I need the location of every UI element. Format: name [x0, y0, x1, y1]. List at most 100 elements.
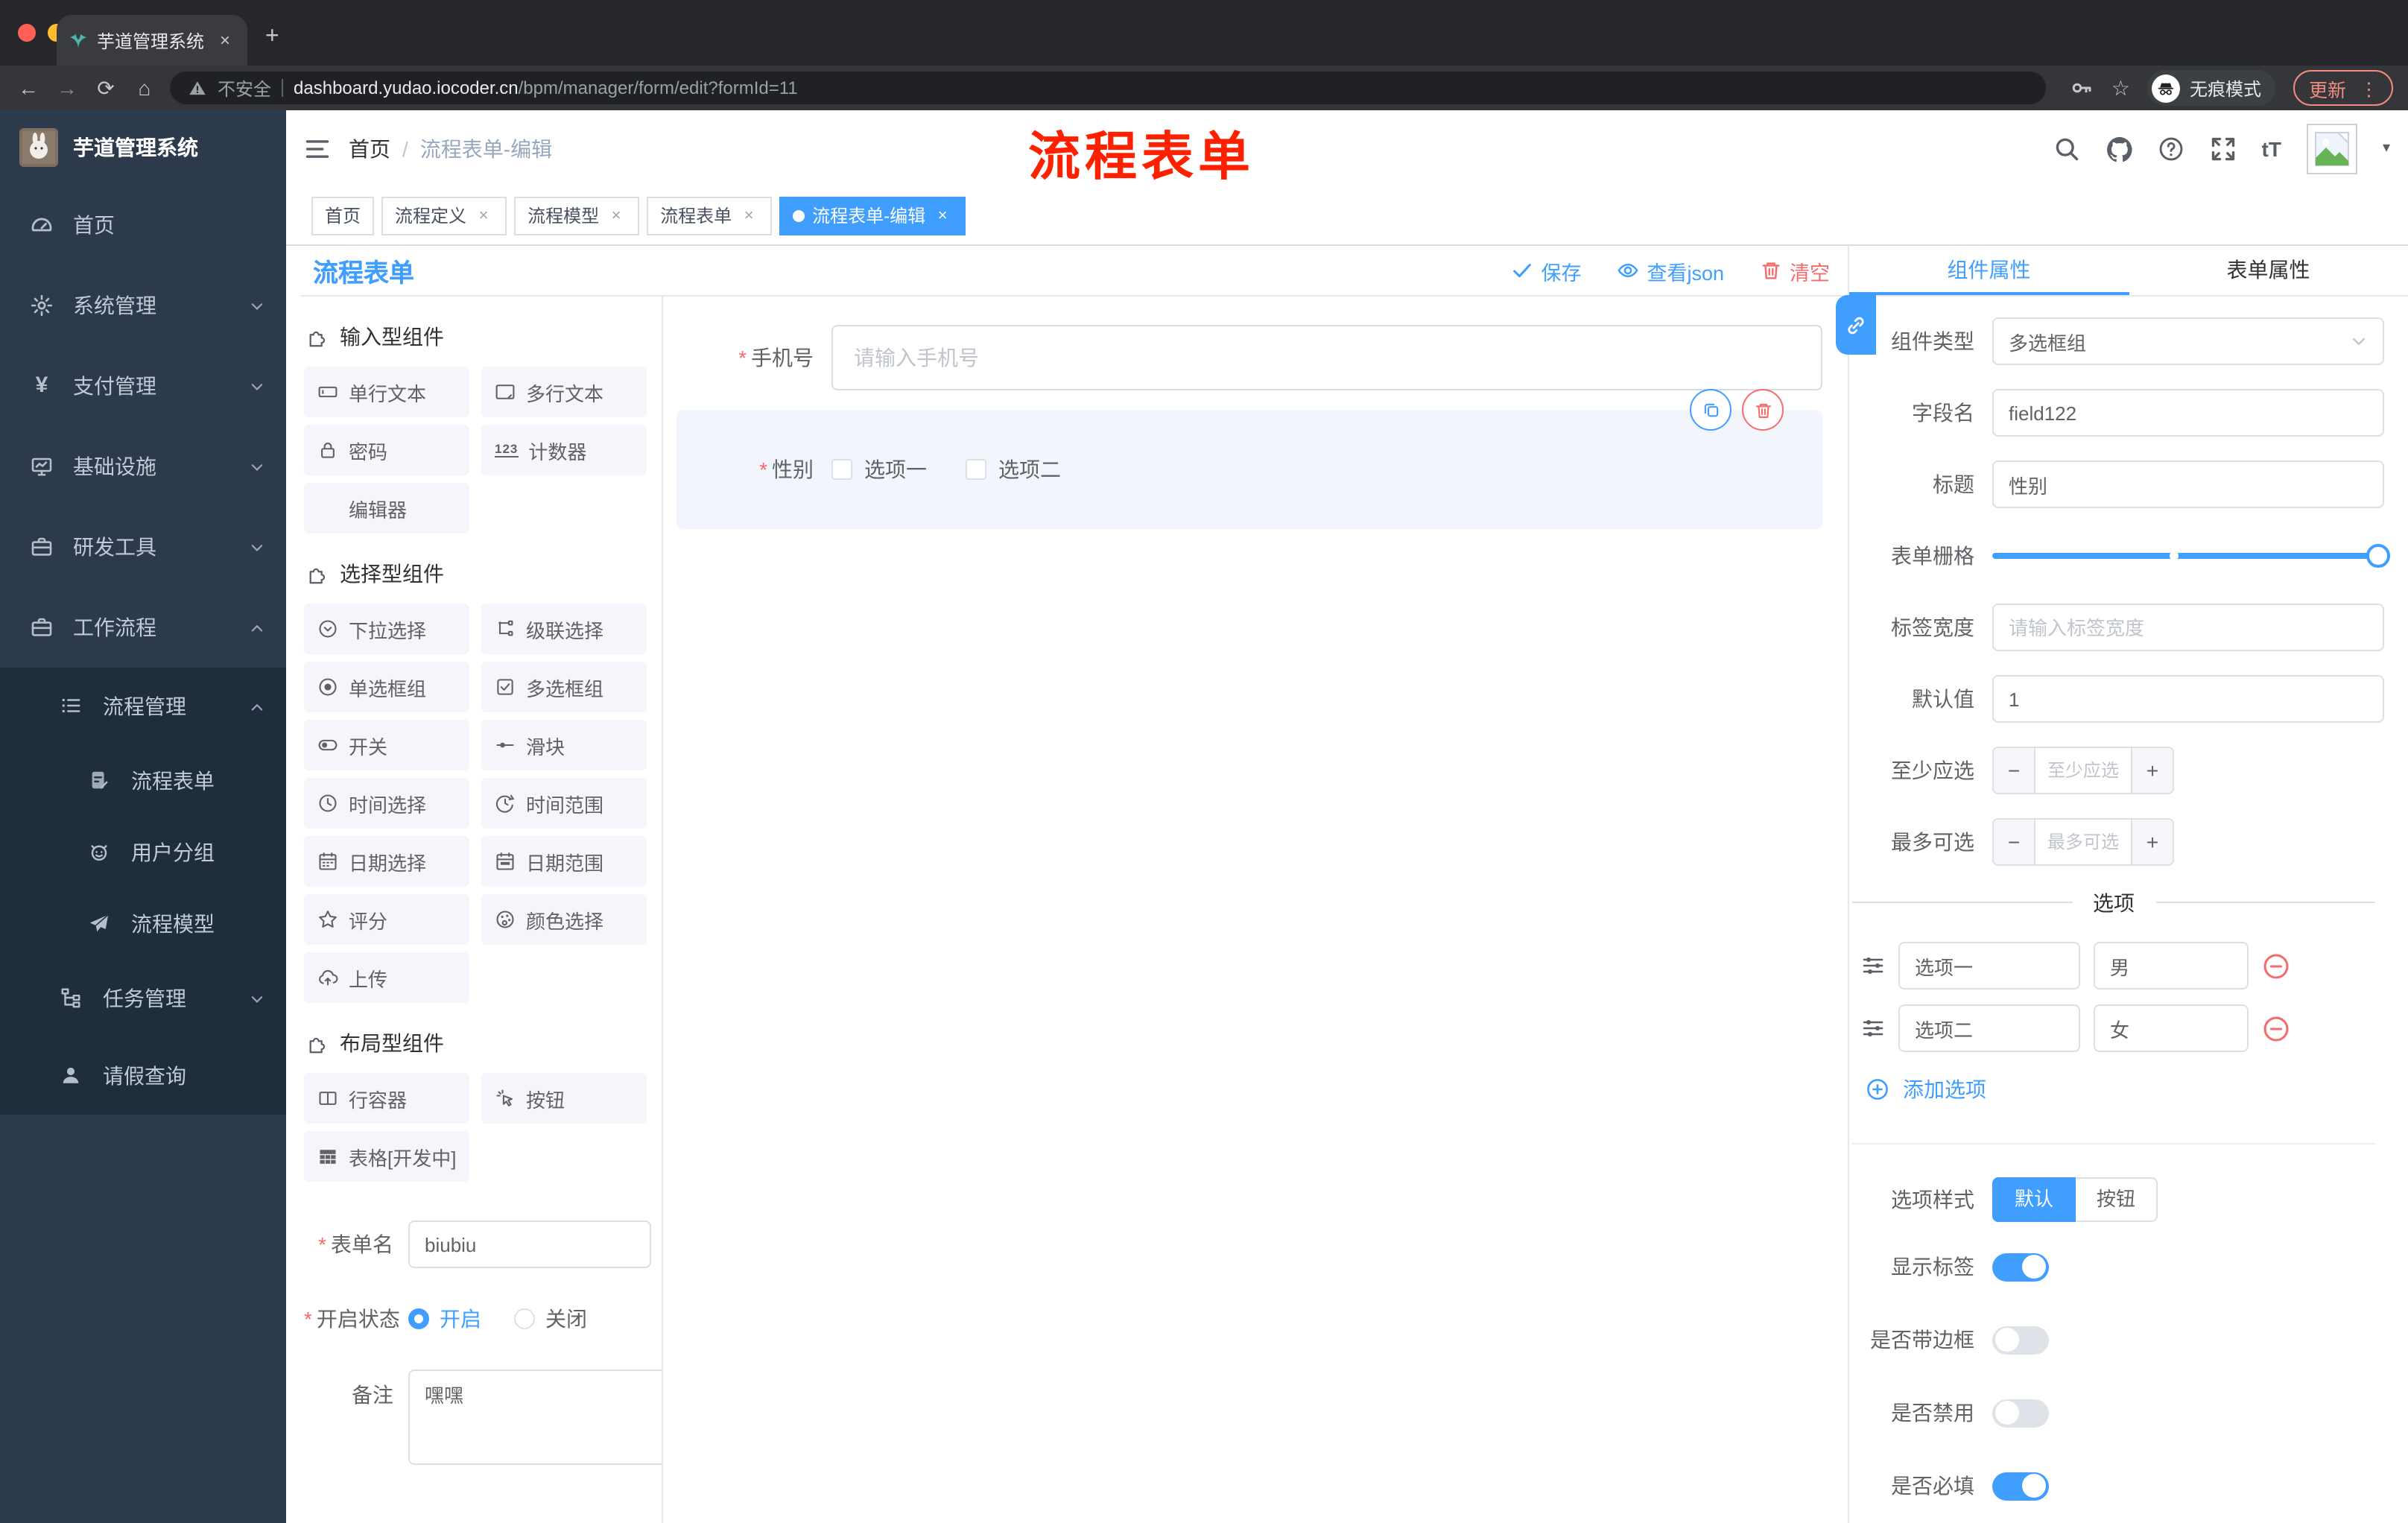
view-json-button[interactable]: 查看json [1617, 256, 1724, 285]
sidebar-item-process-model[interactable]: 流程模型 [0, 888, 286, 960]
tab-component-props[interactable]: 组件属性 [1849, 246, 2129, 295]
gender-option-2[interactable]: 选项二 [966, 455, 1061, 484]
sidebar-item-system[interactable]: 系统管理 [0, 265, 286, 346]
link-tab[interactable] [1836, 295, 1876, 355]
sidebar-item-infra[interactable]: 基础设施 [0, 426, 286, 507]
palette-item-select[interactable]: 下拉选择 [304, 604, 469, 654]
tag-process-form-edit[interactable]: 流程表单-编辑 × [779, 196, 966, 235]
min-select-stepper[interactable]: − + [1992, 747, 2174, 794]
show-label-toggle[interactable] [1992, 1253, 2049, 1281]
palette-item-multi-text[interactable]: 多行文本 [481, 367, 647, 417]
caret-down-icon[interactable]: ▾ [2383, 140, 2390, 156]
tab-form-props[interactable]: 表单属性 [2129, 246, 2408, 295]
option-label-input[interactable] [1898, 942, 2080, 990]
palette-item-cascader[interactable]: 级联选择 [481, 604, 647, 654]
palette-item-upload[interactable]: 上传 [304, 952, 469, 1003]
browser-menu-icon[interactable]: ⋮ [2360, 77, 2378, 99]
style-button-button[interactable]: 按钮 [2076, 1177, 2158, 1222]
border-toggle[interactable] [1992, 1326, 2049, 1354]
help-icon[interactable] [2158, 135, 2184, 162]
field-phone[interactable]: 手机号 [677, 325, 1822, 390]
tag-process-definition[interactable]: 流程定义 × [381, 196, 507, 235]
address-bar[interactable]: 不安全 dashboard.yudao.iocoder.cn/bpm/manag… [170, 72, 2046, 104]
remove-option-button[interactable] [2262, 1014, 2290, 1042]
field-name-input[interactable] [1992, 389, 2384, 437]
new-tab-button[interactable]: + [265, 25, 279, 49]
decrease-button[interactable]: − [1994, 748, 2035, 793]
status-radio-off[interactable]: 关闭 [514, 1304, 587, 1334]
increase-button[interactable]: + [2131, 748, 2173, 793]
max-select-stepper[interactable]: − + [1992, 818, 2174, 866]
max-select-input[interactable] [2035, 820, 2131, 864]
palette-item-editor[interactable]: 编辑器 [304, 483, 469, 533]
option-label-input[interactable] [1898, 1004, 2080, 1052]
palette-item-button[interactable]: 按钮 [481, 1073, 647, 1124]
sidebar-item-task-mgmt[interactable]: 任务管理 [0, 960, 286, 1037]
copy-component-button[interactable] [1690, 389, 1731, 431]
palette-item-rate[interactable]: 评分 [304, 894, 469, 945]
sidebar-item-user-group[interactable]: 用户分组 [0, 817, 286, 888]
palette-item-table[interactable]: 表格[开发中] [304, 1131, 469, 1182]
sidebar-item-process-mgmt[interactable]: 流程管理 [0, 668, 286, 745]
field-gender-selected[interactable]: 性别 选项一 选项二 [677, 389, 1822, 529]
tag-process-form[interactable]: 流程表单 × [647, 196, 773, 235]
browser-tab[interactable]: 芋道管理系统 × [57, 15, 247, 66]
form-name-input[interactable] [408, 1220, 651, 1268]
sidebar-item-leave-query[interactable]: 请假查询 [0, 1037, 286, 1115]
bookmark-star-icon[interactable]: ☆ [2111, 75, 2130, 101]
palette-item-date-range[interactable]: 日期范围 [481, 836, 647, 887]
grid-slider[interactable] [1992, 541, 2390, 571]
palette-item-date[interactable]: 日期选择 [304, 836, 469, 887]
option-value-input[interactable] [2094, 1004, 2249, 1052]
breadcrumb-home[interactable]: 首页 [349, 133, 390, 163]
sidebar-item-devtools[interactable]: 研发工具 [0, 507, 286, 587]
palette-item-radio-group[interactable]: 单选框组 [304, 662, 469, 712]
drag-handle-icon[interactable] [1861, 1016, 1885, 1040]
sidebar-item-process-form[interactable]: 流程表单 [0, 745, 286, 817]
github-icon[interactable] [2106, 135, 2132, 162]
remark-textarea[interactable]: 嘿嘿 [408, 1370, 662, 1465]
hamburger-icon[interactable] [286, 135, 349, 162]
slider-handle[interactable] [2366, 544, 2390, 568]
password-key-icon[interactable] [2070, 76, 2094, 100]
tag-close-icon[interactable]: × [739, 206, 758, 224]
option-value-input[interactable] [2094, 942, 2249, 990]
clear-button[interactable]: 清空 [1760, 256, 1830, 285]
increase-button[interactable]: + [2131, 820, 2173, 864]
font-size-icon[interactable]: tT [2262, 136, 2281, 160]
style-default-button[interactable]: 默认 [1992, 1177, 2076, 1222]
home-icon[interactable]: ⌂ [131, 76, 158, 100]
sidebar-item-home[interactable]: 首页 [0, 185, 286, 265]
drag-handle-icon[interactable] [1861, 954, 1885, 978]
search-icon[interactable] [2053, 135, 2080, 162]
default-value-input[interactable] [1992, 675, 2384, 723]
palette-item-time-range[interactable]: 时间范围 [481, 778, 647, 829]
palette-item-single-text[interactable]: 单行文本 [304, 367, 469, 417]
save-button[interactable]: 保存 [1511, 256, 1581, 285]
palette-item-switch[interactable]: 开关 [304, 720, 469, 770]
required-toggle[interactable] [1992, 1472, 2049, 1500]
disabled-toggle[interactable] [1992, 1399, 2049, 1427]
sidebar-item-workflow[interactable]: 工作流程 [0, 587, 286, 668]
component-type-select[interactable]: 多选框组 [1992, 317, 2384, 365]
form-canvas[interactable]: 手机号 性别 选项一 选项二 [663, 297, 1848, 1523]
palette-item-checkbox-group[interactable]: 多选框组 [481, 662, 647, 712]
palette-item-password[interactable]: 密码 [304, 425, 469, 475]
sidebar-item-pay[interactable]: ¥ 支付管理 [0, 346, 286, 426]
palette-item-row-container[interactable]: 行容器 [304, 1073, 469, 1124]
label-width-input[interactable] [1992, 604, 2384, 651]
fullscreen-icon[interactable] [2210, 135, 2237, 162]
delete-component-button[interactable] [1742, 389, 1784, 431]
forward-icon[interactable]: → [54, 76, 80, 100]
palette-item-time[interactable]: 时间选择 [304, 778, 469, 829]
window-close-button[interactable] [18, 24, 36, 42]
palette-item-counter[interactable]: 123 计数器 [481, 425, 647, 475]
palette-item-slider[interactable]: 滑块 [481, 720, 647, 770]
tab-close-icon[interactable]: × [215, 30, 235, 51]
tag-close-icon[interactable]: × [474, 206, 493, 224]
app-logo[interactable]: 芋道管理系统 [0, 110, 286, 185]
status-radio-on[interactable]: 开启 [408, 1304, 481, 1334]
gender-option-1[interactable]: 选项一 [831, 455, 927, 484]
remove-option-button[interactable] [2262, 952, 2290, 980]
decrease-button[interactable]: − [1994, 820, 2035, 864]
